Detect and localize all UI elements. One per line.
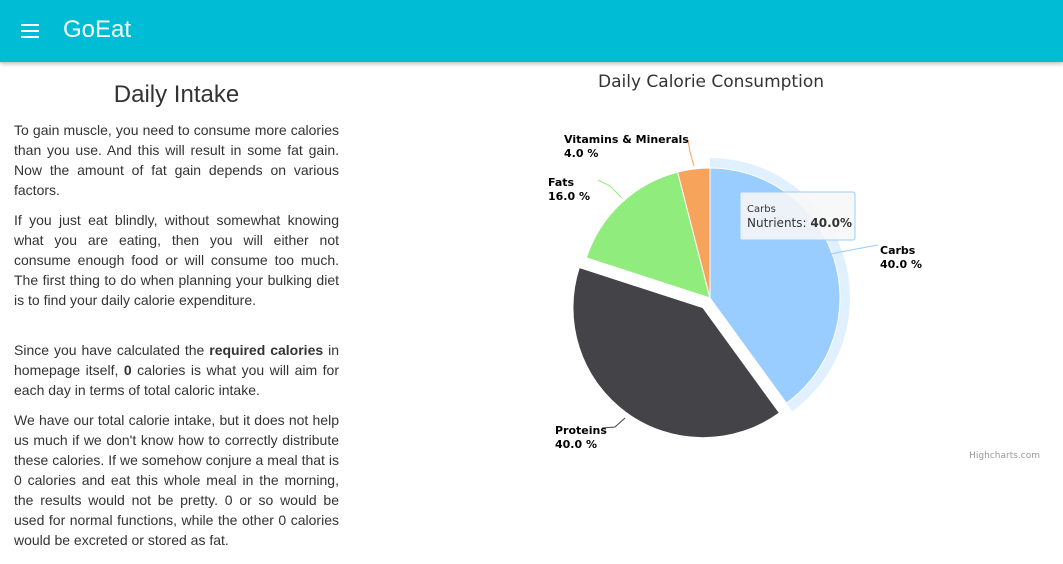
chart-tooltip: Carbs Nutrients: 40.0% xyxy=(739,191,856,241)
calorie-value: 0 xyxy=(123,362,132,378)
data-label-value-proteins: 40.0 % xyxy=(555,438,597,451)
app-bar: GoEat xyxy=(0,0,1063,62)
hamburger-menu-icon xyxy=(21,24,39,38)
menu-button[interactable] xyxy=(12,14,48,48)
label-connector-fats xyxy=(597,179,623,199)
data-label-name-fats: Fats xyxy=(548,176,575,189)
expenditure-paragraph: If you just eat blindly, without somewha… xyxy=(14,212,339,308)
intro-paragraph: To gain muscle, you need to consume more… xyxy=(14,122,339,198)
app-title: GoEat xyxy=(63,16,132,43)
data-label-value-vitamins-minerals: 4.0 % xyxy=(564,147,598,160)
data-label-name-proteins: Proteins xyxy=(555,424,607,437)
distribution-paragraph: We have our total calorie intake, but it… xyxy=(14,412,339,548)
calorie-chart: Daily Calorie Consumption Carbs 40.0 % Pro… xyxy=(540,62,1050,472)
tooltip-label: Nutrients: 40.0% xyxy=(747,216,852,230)
chart-title: Daily Calorie Consumption xyxy=(598,72,824,92)
tooltip-series-name: Nutrients: xyxy=(747,216,807,230)
label-connector-vitamins-minerals xyxy=(687,139,695,167)
calories-text-a: Since you have calculated the xyxy=(14,342,210,358)
pie-chart-svg: Daily Calorie Consumption Carbs40.0 %Pro… xyxy=(548,72,1040,461)
tooltip-value: 40.0% xyxy=(810,216,852,230)
chart-credits[interactable]: Highcharts.com xyxy=(969,451,1040,461)
page-title: Daily Intake xyxy=(113,81,240,108)
required-calories-text: required calories xyxy=(209,342,324,358)
calories-paragraph: Since you have calculated the required c… xyxy=(14,340,339,400)
data-label-name-carbs: Carbs xyxy=(880,244,916,257)
data-label-value-fats: 16.0 % xyxy=(548,190,590,203)
intake-content: Daily Intake To gain muscle, you need to… xyxy=(14,80,339,560)
tooltip-title: Carbs xyxy=(747,204,776,215)
data-label-name-vitamins-minerals: Vitamins & Minerals xyxy=(564,133,689,146)
data-label-value-carbs: 40.0 % xyxy=(880,258,922,271)
